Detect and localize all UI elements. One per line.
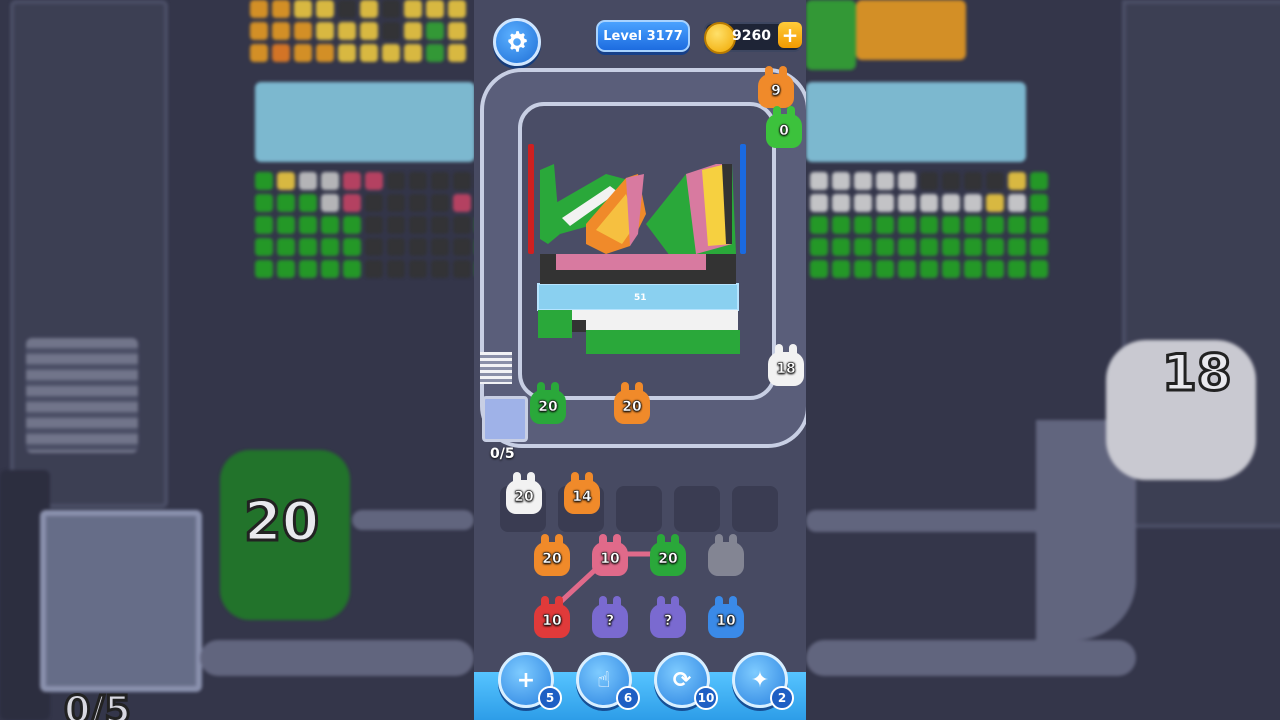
pixel-art-image: 51 — [526, 134, 746, 364]
shuffle-icon: ⟳ — [672, 667, 692, 693]
backdrop-left-counter: 0/5 — [63, 687, 133, 720]
hand-icon: ☝ — [597, 667, 611, 693]
booster-count: 10 — [694, 686, 718, 710]
board-piece[interactable]: 20 — [532, 534, 572, 578]
right-backdrop: 18 — [806, 0, 1280, 720]
gear-icon — [508, 31, 527, 52]
conveyor-piece: 0 — [764, 106, 804, 150]
board-piece-mystery[interactable]: ? — [648, 596, 688, 640]
board-piece-hidden[interactable] — [706, 534, 746, 578]
backdrop-pixel-grid — [250, 0, 466, 62]
settings-button[interactable] — [493, 18, 541, 66]
conveyor-piece: 9 — [756, 66, 796, 110]
slot — [616, 486, 662, 532]
board-piece[interactable]: 10 — [532, 596, 572, 640]
conveyor-exit — [482, 396, 528, 442]
add-coins-button[interactable]: + — [778, 22, 802, 48]
pixel-art-count: 51 — [634, 293, 647, 303]
board-piece[interactable]: 20 — [648, 534, 688, 578]
waiting-piece[interactable]: 14 — [562, 472, 602, 516]
board-piece[interactable]: 10 — [590, 534, 630, 578]
conveyor-piece: 20 — [612, 382, 652, 426]
board-piece[interactable]: 10 — [706, 596, 746, 640]
booster-count: 2 — [770, 686, 794, 710]
booster-count: 6 — [616, 686, 640, 710]
backdrop-left-count: 20 — [242, 489, 320, 555]
conveyor-piece: 20 — [528, 382, 568, 426]
level-indicator: Level 3177 — [596, 20, 690, 52]
progress-counter: 0/5 — [490, 446, 515, 462]
board-piece-mystery[interactable]: ? — [590, 596, 630, 640]
top-bar: Level 3177 9260 + — [474, 0, 806, 70]
stack-indicator — [480, 352, 512, 384]
conveyor-piece: 18 — [766, 344, 806, 388]
add-slot-icon: + — [516, 667, 536, 693]
pixel-art-svg: 51 — [528, 144, 746, 354]
game-screen: Level 3177 9260 + 51 9 0 18 20 20 0/5 20… — [474, 0, 806, 720]
coin-counter: 9260 + — [704, 22, 802, 54]
slot — [732, 486, 778, 532]
coin-amount: 9260 — [732, 28, 771, 44]
booster-count: 5 — [538, 686, 562, 710]
left-backdrop: 20 0/5 — [0, 0, 474, 720]
waiting-piece[interactable]: 20 — [504, 472, 544, 516]
backdrop-right-count: 18 — [1161, 343, 1234, 404]
magic-icon: ✦ — [750, 667, 770, 693]
slot — [674, 486, 720, 532]
